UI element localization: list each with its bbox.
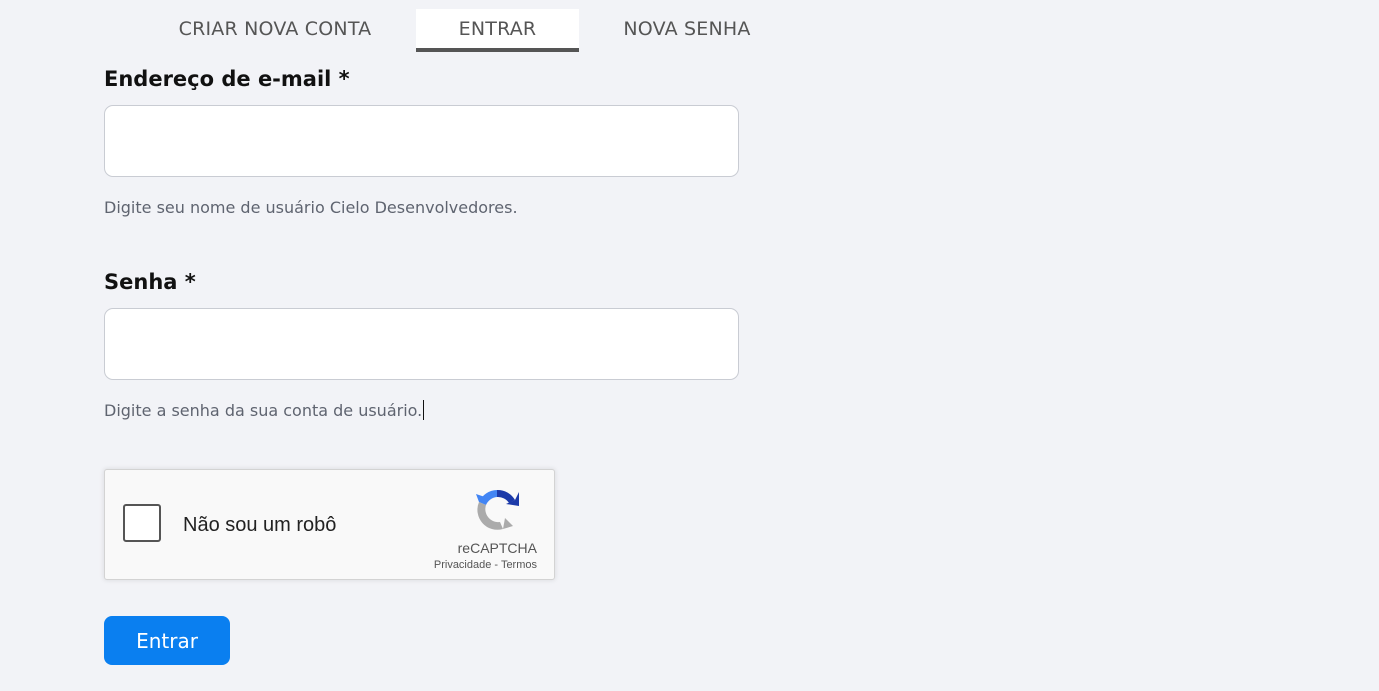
password-help-text: Digite a senha da sua conta de usuário. xyxy=(104,401,423,420)
recaptcha-icon xyxy=(476,489,519,530)
text-cursor xyxy=(423,400,425,420)
tab-new-password[interactable]: NOVA SENHA xyxy=(600,9,774,52)
recaptcha-label: Não sou um robô xyxy=(183,514,337,536)
recaptcha-checkbox[interactable] xyxy=(123,504,161,542)
recaptcha-privacy-link[interactable]: Privacidade xyxy=(434,559,491,571)
recaptcha-links: Privacidade - Termos xyxy=(434,559,537,571)
password-label: Senha * xyxy=(104,270,196,294)
email-field[interactable] xyxy=(104,105,739,177)
recaptcha-link-separator: - xyxy=(491,559,501,571)
recaptcha-terms-link[interactable]: Termos xyxy=(501,559,537,571)
recaptcha-widget: Não sou um robô reCAPTCHA Privacidade - … xyxy=(104,469,555,580)
account-tabs: CRIAR NOVA CONTA ENTRAR NOVA SENHA xyxy=(0,9,800,52)
password-help-wrapper: Digite a senha da sua conta de usuário. xyxy=(104,400,425,420)
tab-login[interactable]: ENTRAR xyxy=(416,9,579,52)
recaptcha-brand: reCAPTCHA xyxy=(457,540,537,556)
email-label: Endereço de e-mail * xyxy=(104,67,350,91)
tab-create-account[interactable]: CRIAR NOVA CONTA xyxy=(160,9,390,52)
login-button[interactable]: Entrar xyxy=(104,616,230,665)
password-field[interactable] xyxy=(104,308,739,380)
email-help-text: Digite seu nome de usuário Cielo Desenvo… xyxy=(104,198,518,217)
